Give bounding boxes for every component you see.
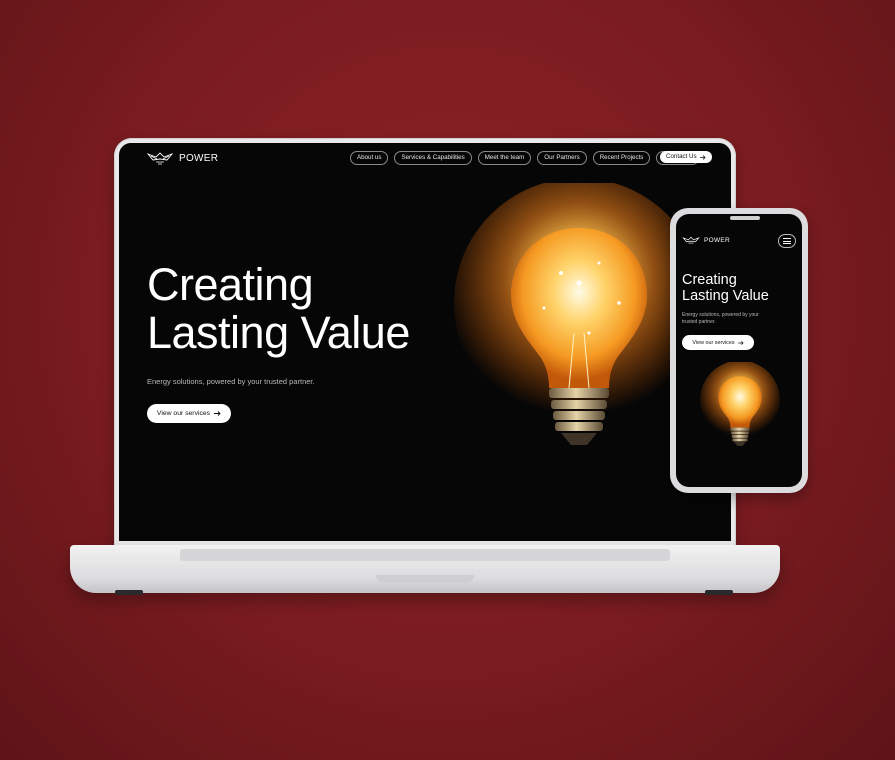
contact-label: Contact Us (666, 153, 697, 160)
laptop-screen: POWER About us Services & Capabilities M… (119, 143, 731, 541)
nav-about[interactable]: About us (350, 151, 389, 165)
eagle-logo-icon (147, 152, 173, 165)
mobile-hero-title-line2: Lasting Value (682, 288, 769, 304)
hero-title-line2: Lasting Value (147, 307, 410, 358)
laptop-notch (376, 575, 474, 583)
arrow-right-icon (699, 154, 706, 160)
mobile-hero-title-line1: Creating (682, 272, 737, 288)
phone-speaker (730, 216, 760, 220)
nav-team[interactable]: Meet the team (477, 151, 532, 165)
hamburger-menu-icon[interactable] (778, 234, 796, 248)
main-nav: About us Services & Capabilities Meet th… (350, 151, 700, 165)
mobile-view-services-label: View our services (692, 339, 735, 346)
eagle-logo-icon (682, 236, 700, 244)
nav-services[interactable]: Services & Capabilities (394, 151, 472, 165)
arrow-right-icon (214, 411, 221, 416)
laptop-keyboard (180, 549, 670, 561)
mobile-hero-subtitle: Energy solutions, powered by your truste… (682, 312, 759, 325)
hero-title: Creating Lasting Value (147, 261, 410, 357)
mobile-logo[interactable]: POWER (682, 236, 730, 245)
mobile-lightbulb-image (700, 362, 780, 446)
arrow-right-icon (737, 340, 744, 345)
hero-title-line1: Creating (147, 259, 314, 310)
nav-partners[interactable]: Our Partners (537, 151, 587, 165)
hero-subtitle: Energy solutions, powered by your truste… (147, 377, 315, 386)
view-services-label: View our services (156, 410, 211, 417)
nav-projects[interactable]: Recent Projects (592, 151, 651, 165)
mobile-hero-title: Creating Lasting Value (682, 272, 769, 304)
phone-screen: POWER Creating Lasting Value Energy solu… (676, 214, 802, 487)
site-logo[interactable]: POWER (147, 151, 218, 165)
contact-button[interactable]: Contact Us (660, 151, 712, 163)
laptop-foot-left (115, 590, 143, 595)
view-services-button[interactable]: View our services (147, 404, 231, 423)
mobile-view-services-button[interactable]: View our services (682, 335, 754, 350)
brand-name: POWER (179, 152, 219, 164)
mobile-brand-name: POWER (704, 237, 731, 244)
laptop-foot-right (705, 590, 733, 595)
